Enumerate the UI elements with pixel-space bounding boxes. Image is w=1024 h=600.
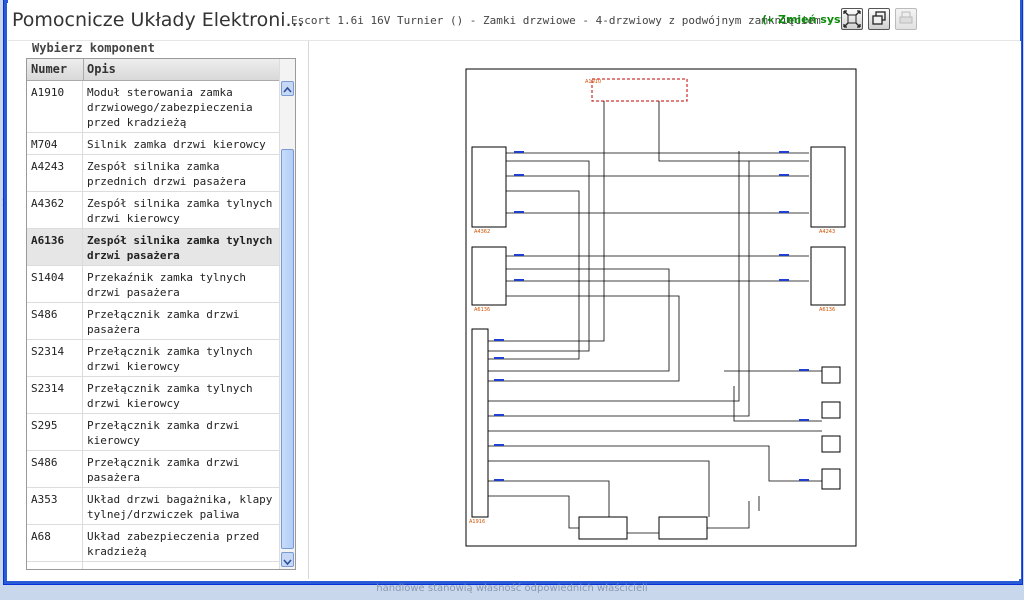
label-mr: A6136 xyxy=(819,307,835,313)
fit-to-window-icon xyxy=(843,10,861,28)
footer-text: handlowe stanowią własność odpowiednich … xyxy=(376,583,648,594)
component-grid: Numer Opis A1910 Moduł sterowania zamka d… xyxy=(26,58,296,570)
row-number: A4243 xyxy=(31,160,65,173)
table-row[interactable]: S295 Przełącznik zamka drzwi kierowcy xyxy=(27,414,280,451)
table-row[interactable]: S486 Przełącznik zamka drzwi pasażera xyxy=(27,451,280,488)
row-description: Układ drzwi bagażnika, klapy tylnej/drzw… xyxy=(82,488,280,524)
label-tr: A4243 xyxy=(819,229,835,235)
row-description: Zespół silnika zamka przednich drzwi pas… xyxy=(82,155,280,191)
row-number: A6136 xyxy=(31,234,65,247)
table-row[interactable]: S1404 Przekaźnik zamka tylnych drzwi pasa… xyxy=(27,266,280,303)
row-number: A68 xyxy=(31,530,51,543)
restore-window-icon xyxy=(872,11,886,25)
row-number: S1404 xyxy=(31,271,65,284)
row-number: A4362 xyxy=(31,197,65,210)
row-description: Przełącznik zamka tylnych drzwi kierowcy xyxy=(82,340,280,376)
print-button[interactable] xyxy=(895,8,917,30)
table-row[interactable]: A4362 Zespół silnika zamka tylnych drzwi … xyxy=(27,192,280,229)
wiring-diagram[interactable]: A1910 A4362 A4243 A6136 A6136 A1916 xyxy=(309,41,1021,579)
table-row[interactable]: S2314 Przełącznik zamka tylnych drzwi kie… xyxy=(27,340,280,377)
row-description: Przełącznik zamka drzwi kierowcy xyxy=(82,414,280,450)
row-description: Układ drzwi bagażnika, klapy tylnej/drzw… xyxy=(82,562,280,569)
table-row[interactable]: A353 Układ drzwi bagażnika, klapy tylnej/… xyxy=(27,562,280,569)
change-system-link[interactable]: (« Zmień syst xyxy=(762,13,846,26)
label-top: A1910 xyxy=(585,79,601,85)
vertical-scrollbar[interactable] xyxy=(279,59,295,569)
row-number: S2314 xyxy=(31,382,65,395)
panel-header: Wybierz komponent xyxy=(32,41,155,55)
label-bl: A1916 xyxy=(469,519,485,525)
row-number: A353 xyxy=(31,566,58,569)
row-description: Silnik zamka drzwi kierowcy xyxy=(82,133,280,154)
row-number: S2314 xyxy=(31,345,65,358)
label-ml: A6136 xyxy=(474,307,490,313)
label-tl: A4362 xyxy=(474,229,490,235)
row-description: Zespół silnika zamka tylnych drzwi pasaż… xyxy=(82,229,280,265)
row-description: Przełącznik zamka drzwi pasażera xyxy=(82,451,280,487)
row-number: A1910 xyxy=(31,86,65,99)
wiring-diagram-area: A1910 A4362 A4243 A6136 A6136 A1916 xyxy=(309,41,1021,579)
row-number: S295 xyxy=(31,419,58,432)
title-bar: Pomocnicze Układy Elektroni... Escort 1.… xyxy=(8,0,1020,41)
row-description: Układ zabezpieczenia przed kradzieżą xyxy=(82,525,280,561)
document-title: Escort 1.6i 16V Turnier () - Zamki drzwi… xyxy=(291,14,821,27)
row-description: Zespół silnika zamka tylnych drzwi kiero… xyxy=(82,192,280,228)
chevron-down-icon xyxy=(283,559,292,566)
column-header-desc[interactable]: Opis xyxy=(83,59,116,80)
restore-window-button[interactable] xyxy=(868,8,890,30)
table-row[interactable]: A6136 Zespół silnika zamka tylnych drzwi … xyxy=(27,229,280,266)
row-description: Przełącznik zamka drzwi pasażera xyxy=(82,303,280,339)
app-title: Pomocnicze Układy Elektroni... xyxy=(12,9,304,31)
row-description: Moduł sterowania zamka drzwiowego/zabezp… xyxy=(82,81,280,132)
chevron-up-icon xyxy=(283,86,292,93)
scroll-up-button[interactable] xyxy=(281,81,294,96)
table-row[interactable]: S2314 Przełącznik zamka tylnych drzwi kie… xyxy=(27,377,280,414)
table-row[interactable]: A4243 Zespół silnika zamka przednich drzw… xyxy=(27,155,280,192)
table-row[interactable]: S486 Przełącznik zamka drzwi pasażera xyxy=(27,303,280,340)
row-number: M704 xyxy=(31,138,58,151)
table-row[interactable]: M704 Silnik zamka drzwi kierowcy xyxy=(27,133,280,155)
component-rows: A1910 Moduł sterowania zamka drzwiowego/z… xyxy=(27,81,280,569)
table-row[interactable]: A68 Układ zabezpieczenia przed kradzieżą xyxy=(27,525,280,562)
table-row[interactable]: A353 Układ drzwi bagażnika, klapy tylnej/… xyxy=(27,488,280,525)
row-number: S486 xyxy=(31,308,58,321)
row-number: A353 xyxy=(31,493,58,506)
grid-header: Numer Opis xyxy=(27,59,280,81)
print-icon xyxy=(899,11,913,24)
row-number: S486 xyxy=(31,456,58,469)
scroll-down-button[interactable] xyxy=(281,552,294,567)
diagram-frame xyxy=(465,68,857,547)
component-panel: Wybierz komponent Numer Opis A1910 Moduł … xyxy=(12,41,309,579)
app-window: Pomocnicze Układy Elektroni... Escort 1.… xyxy=(3,0,1023,585)
fit-to-window-button[interactable] xyxy=(841,8,863,30)
row-description: Przełącznik zamka tylnych drzwi kierowcy xyxy=(82,377,280,413)
column-header-num[interactable]: Numer xyxy=(31,62,67,76)
row-description: Przekaźnik zamka tylnych drzwi pasażera xyxy=(82,266,280,302)
table-row[interactable]: A1910 Moduł sterowania zamka drzwiowego/z… xyxy=(27,81,280,133)
scroll-thumb[interactable] xyxy=(281,149,294,549)
